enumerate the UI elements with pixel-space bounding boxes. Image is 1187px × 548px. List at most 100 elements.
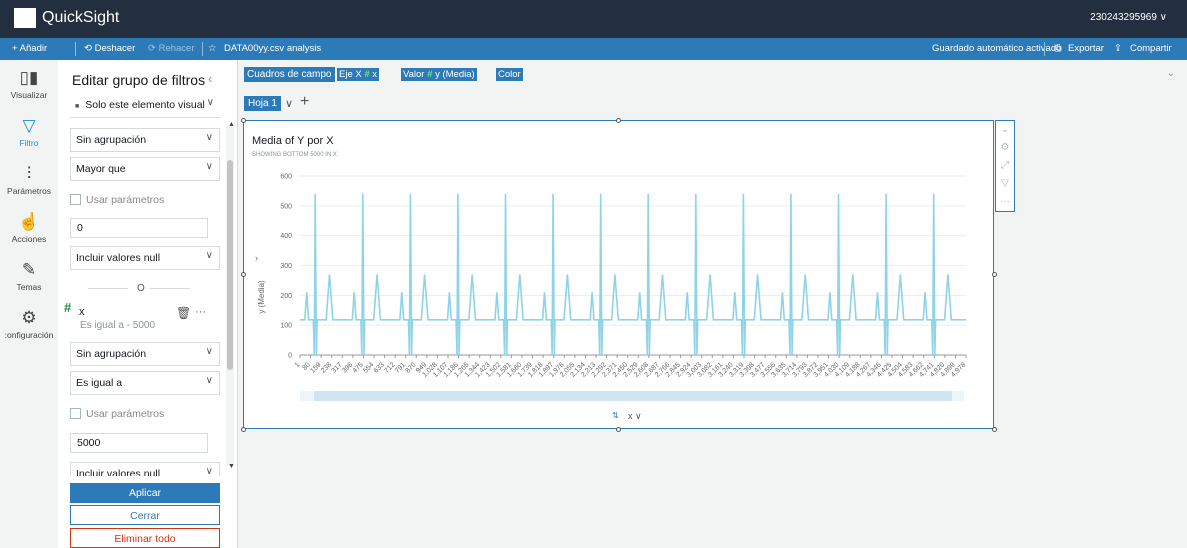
aggregation-select-2[interactable]: Sin agrupación ∨ (70, 342, 220, 366)
add-sheet-icon[interactable]: + (300, 93, 309, 111)
star-icon[interactable]: ☆ (208, 43, 217, 54)
quicksight-logo-icon (14, 8, 36, 28)
chevron-down-icon: ∨ (205, 466, 213, 476)
nav-label: Acciones (11, 234, 47, 244)
y-tick-label: 500 (280, 203, 292, 210)
add-button[interactable]: + Añadir (12, 43, 47, 54)
redo-button[interactable]: ⟳ Rehacer (148, 43, 195, 54)
nav-label: :onfiguración (4, 330, 54, 340)
chevron-down-icon: ∨ (205, 132, 213, 143)
resize-handle[interactable] (992, 272, 997, 277)
filter-panel-title: Editar grupo de filtros (72, 72, 206, 88)
condition-select-1[interactable]: Mayor que ∨ (70, 157, 220, 181)
menu-bar: + Añadir ⟲ Deshacer ⟳ Rehacer ☆ DATA00yy… (0, 38, 1187, 60)
trash-icon[interactable]: 🗑 (176, 306, 191, 320)
visual-container[interactable]: Media of Y por X SHOWING BOTTOM 5000 IN … (243, 120, 994, 429)
nav-actions[interactable]: ☝ Acciones (0, 212, 58, 244)
divider (75, 42, 76, 56)
print-icon: ⎙ (1054, 43, 1062, 54)
divider (202, 42, 203, 56)
nav-settings[interactable]: ⚙ :onfiguración (0, 308, 58, 340)
visual-toolbar: ⌄ ⚙ ⤢ ▽ ··· (995, 120, 1015, 212)
gear-icon[interactable]: ⚙ (996, 139, 1014, 157)
y-tick-label: 300 (280, 263, 292, 270)
chevron-down-icon: ∨ (205, 375, 213, 386)
share-button[interactable]: Compartir (1130, 43, 1172, 54)
y-tick-label: 400 (280, 233, 292, 240)
value-input-1[interactable]: 0 (70, 218, 208, 238)
nav-themes[interactable]: ✎ Temas (0, 260, 58, 292)
value-well[interactable]: Valor # y (Media) (401, 68, 477, 81)
chevron-down-icon: ∨ (205, 346, 213, 357)
y-tick-label: 100 (280, 323, 292, 330)
resize-handle[interactable] (616, 118, 621, 123)
more-icon[interactable]: ··· (195, 306, 206, 318)
nav-label: Visualizar (10, 90, 48, 100)
y-tick-label: 0 (288, 353, 292, 360)
scroll-down-icon[interactable]: ▼ (228, 463, 235, 470)
divider (1044, 42, 1045, 56)
nav-parameters[interactable]: ⫶ Parámetros (0, 164, 58, 196)
condition-select-2[interactable]: Es igual a ∨ (70, 371, 220, 395)
divider (88, 288, 128, 289)
close-button[interactable]: Cerrar (70, 505, 220, 525)
filter-panel: Editar grupo de filtros ‹ ■ Solo este ele… (58, 60, 238, 548)
analysis-name[interactable]: DATA00yy.csv analysis (224, 43, 321, 54)
app-title: QuickSight (42, 9, 120, 26)
undo-button[interactable]: ⟲ Deshacer (84, 43, 135, 54)
color-well[interactable]: Color (496, 68, 523, 81)
use-parameters-checkbox-1[interactable]: Usar parámetros (70, 194, 164, 206)
checkbox-icon (70, 194, 81, 205)
nav-filter[interactable]: ▽ Filtro (0, 116, 58, 148)
nav-label: Filtro (19, 138, 39, 148)
null-select-2[interactable]: Incluir valores null ∨ (70, 462, 220, 476)
or-separator: O (137, 283, 145, 294)
filter-icon[interactable]: ▽ (996, 175, 1014, 193)
collapse-icon[interactable]: ‹ (208, 71, 212, 86)
square-icon: ■ (75, 103, 80, 110)
y-axis-label: y (Media) (257, 280, 266, 314)
scope-select[interactable]: ■ Solo este elemento visual ∨ (70, 94, 220, 118)
sort-icon[interactable]: ⇅ (612, 411, 619, 420)
chevron-down-icon: ∨ (206, 97, 214, 108)
chevron-down-icon[interactable]: ∨ (285, 97, 293, 110)
filter-field-name: x (79, 306, 85, 318)
line-chart[interactable]: y (Media) 01002003004005006001 8015923831… (244, 121, 993, 428)
sheet-tab-1[interactable]: Hoja 1 (244, 96, 281, 111)
collapse-visual-icon[interactable]: ⌄ (996, 121, 1014, 139)
account-menu[interactable]: 230243295969 ∨ (1090, 12, 1167, 23)
left-nav: ▯▮ Visualizar ▽ Filtro ⫶ Parámetros ☝ Ac… (0, 60, 58, 548)
apply-button[interactable]: Aplicar (70, 483, 220, 503)
resize-handle[interactable] (241, 118, 246, 123)
resize-handle[interactable] (241, 272, 246, 277)
null-select-1[interactable]: Incluir valores null ∨ (70, 246, 220, 270)
resize-handle[interactable] (992, 427, 997, 432)
use-parameters-checkbox-2[interactable]: Usar parámetros (70, 408, 164, 420)
nav-visualize[interactable]: ▯▮ Visualizar (0, 68, 58, 100)
more-icon[interactable]: ··· (996, 193, 1014, 211)
numeric-field-icon: # (64, 300, 72, 315)
bar-chart-icon: ▯▮ (19, 68, 39, 87)
aggregation-select-1[interactable]: Sin agrupación ∨ (70, 128, 220, 152)
expand-icon[interactable]: ⤢ (996, 157, 1014, 175)
numeric-field-icon: # (364, 69, 370, 80)
x-axis-field-control[interactable]: x ∨ (628, 411, 642, 422)
divider (150, 288, 190, 289)
x-scrollbar-thumb[interactable] (314, 391, 952, 401)
top-bar: QuickSight 230243295969 ∨ (0, 0, 1187, 38)
numeric-field-icon: # (427, 69, 433, 80)
delete-all-button[interactable]: Eliminar todo (70, 528, 220, 548)
filter-scrollbar-thumb[interactable] (227, 160, 233, 370)
resize-handle[interactable] (616, 427, 621, 432)
expand-wells-icon[interactable]: ⌄ (1167, 68, 1175, 79)
field-wells-toggle[interactable]: Cuadros de campo (244, 67, 335, 82)
scroll-up-icon[interactable]: ▲ (228, 121, 235, 128)
series-line (300, 193, 966, 356)
export-button[interactable]: Exportar (1068, 43, 1104, 54)
autosave-status[interactable]: Guardado automático activado (932, 43, 1061, 54)
x-axis-well[interactable]: Eje X # x (337, 68, 380, 81)
click-icon: ☝ (18, 212, 40, 231)
resize-handle[interactable] (241, 427, 246, 432)
value-input-2[interactable]: 5000 (70, 433, 208, 453)
brush-icon: ✎ (21, 260, 37, 279)
